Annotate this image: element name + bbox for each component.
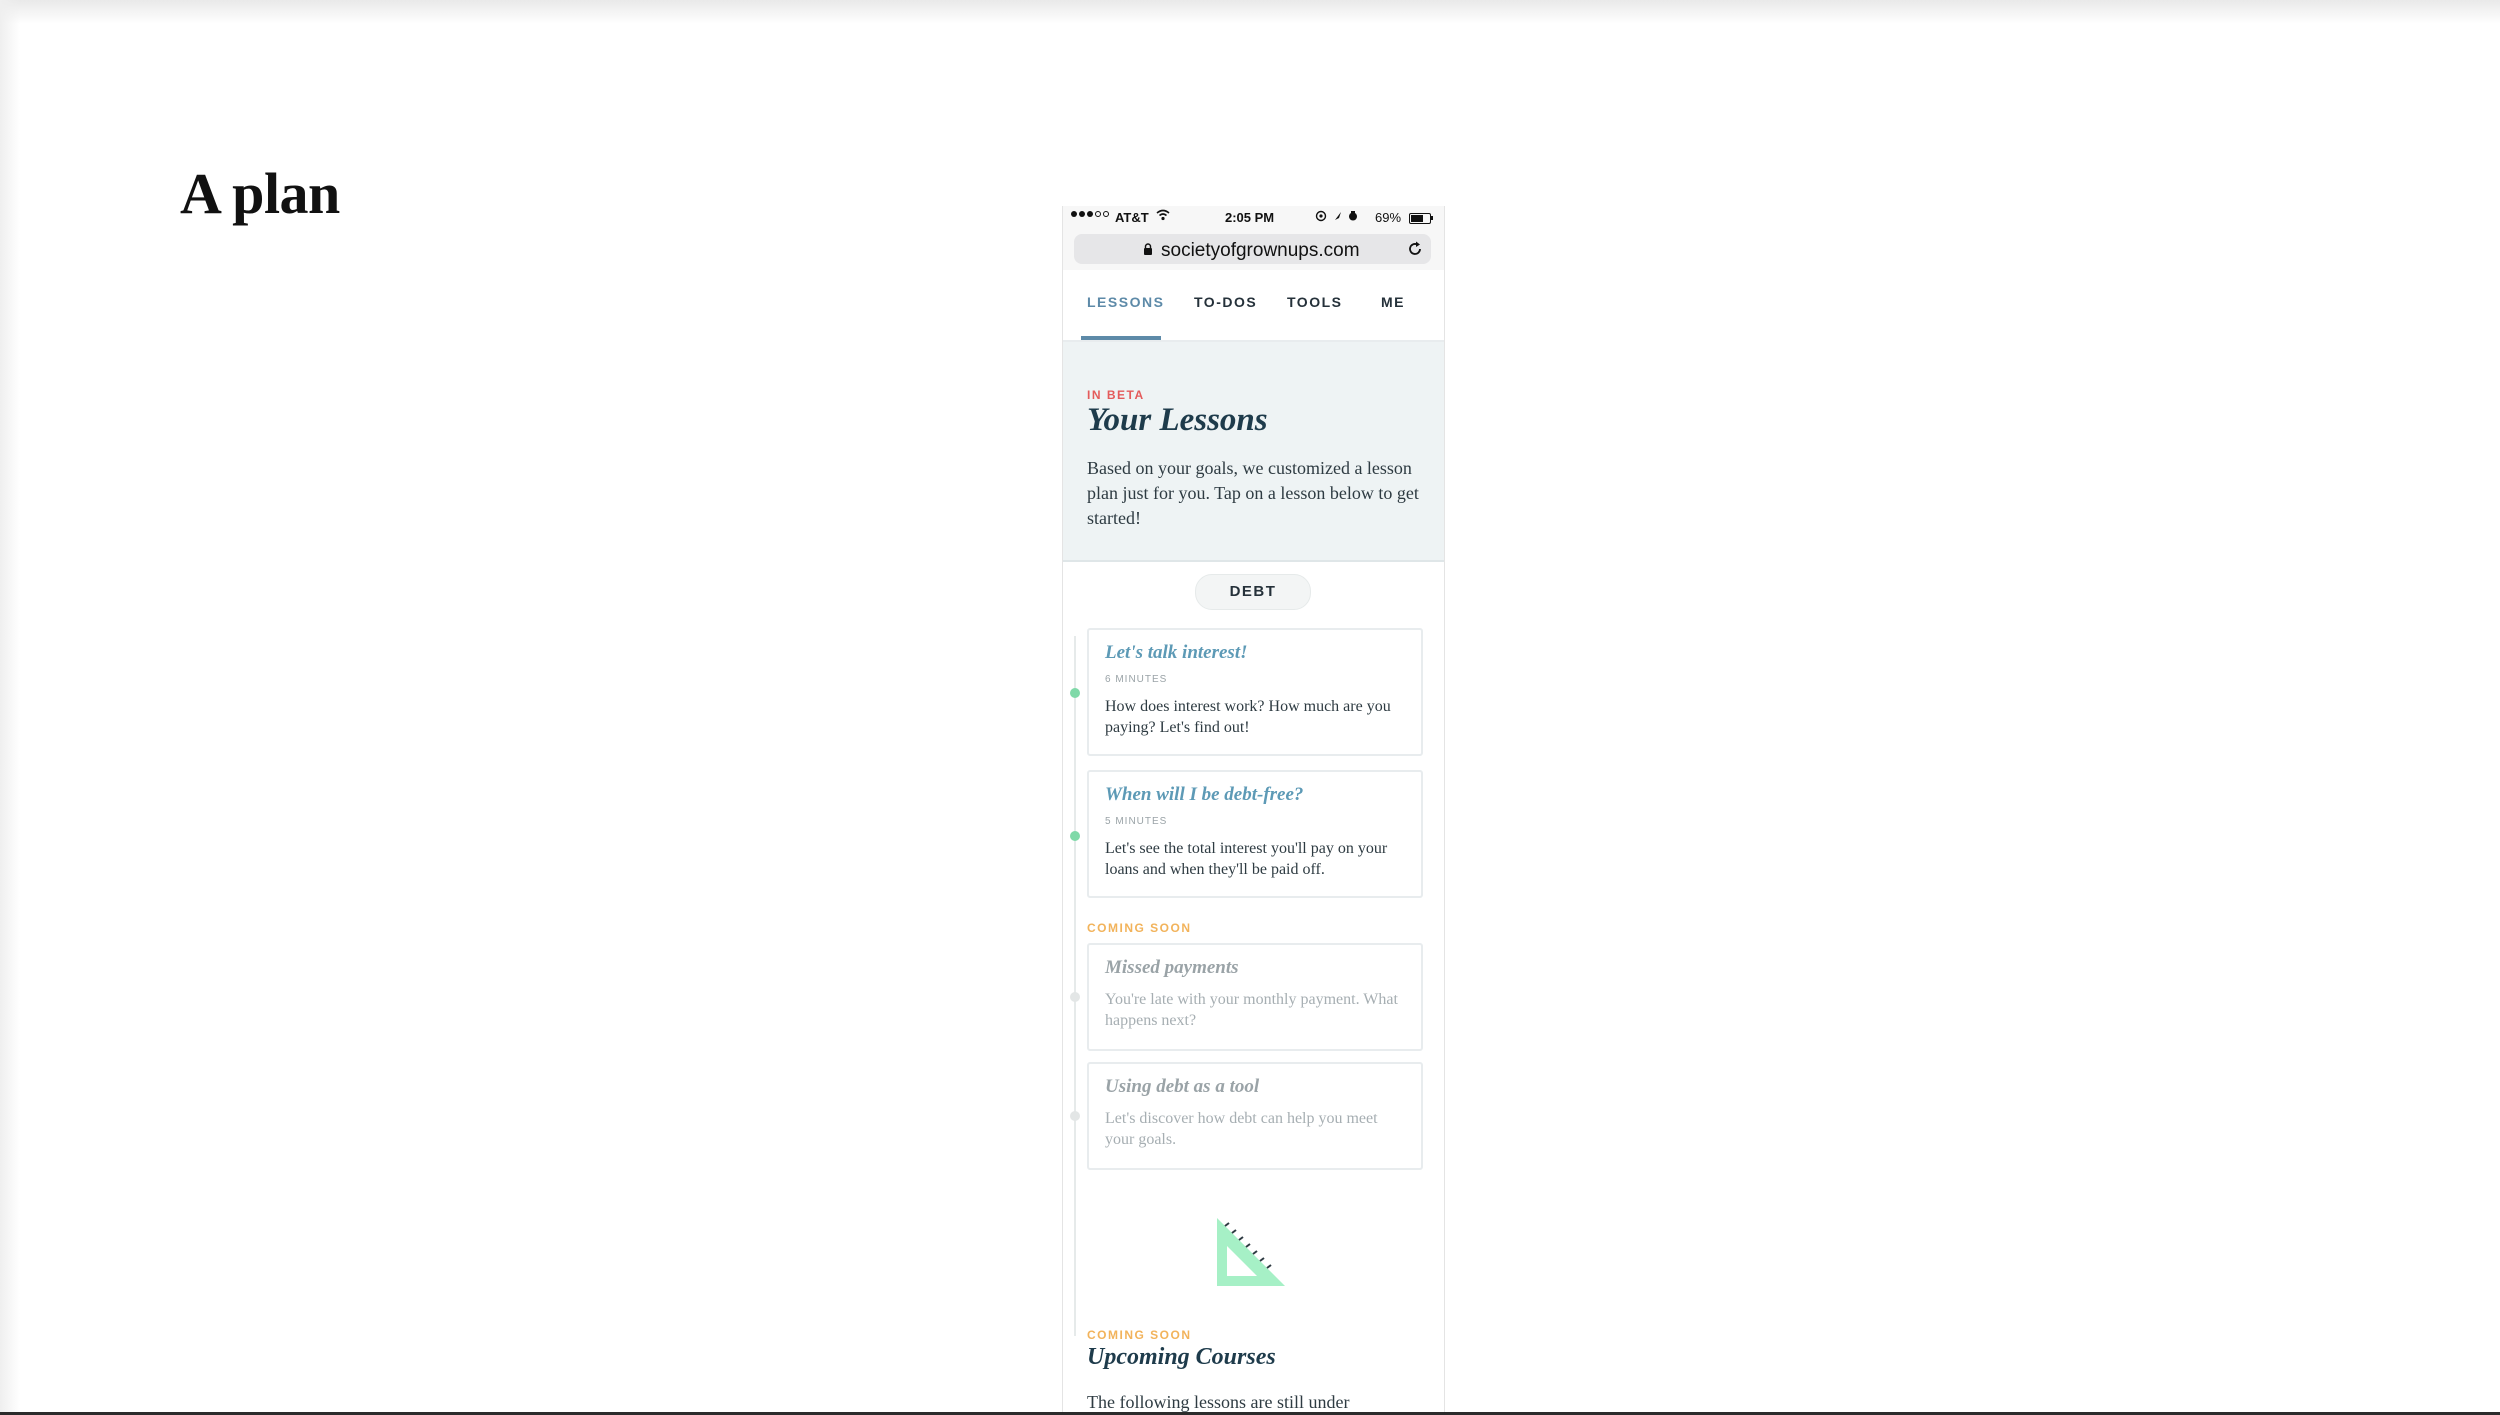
lesson-card[interactable]: When will I be debt-free? 5 MINUTES Let'… xyxy=(1087,770,1423,898)
coming-soon-label: COMING SOON xyxy=(1087,1328,1192,1342)
lesson-title: Missed payments xyxy=(1105,957,1239,978)
lesson-description: You're late with your monthly payment. W… xyxy=(1105,991,1398,1029)
address-bar[interactable]: societyofgrownups.com xyxy=(1074,234,1431,264)
phone-screenshot: AT&T 2:05 PM 69% societyofgrownups.com L… xyxy=(1062,206,1445,1415)
timeline-dot-complete xyxy=(1070,831,1080,841)
upcoming-courses-title: Upcoming Courses xyxy=(1087,1344,1276,1370)
lesson-description: Let's see the total interest you'll pay … xyxy=(1105,840,1388,878)
lessons-hero: IN BETA Your Lessons Based on your goals… xyxy=(1063,342,1444,562)
lesson-title: Let's talk interest! xyxy=(1105,642,1248,663)
signal-icon xyxy=(1071,211,1109,217)
hero-title: Your Lessons xyxy=(1087,402,1268,438)
coming-soon-label: COMING SOON xyxy=(1087,921,1192,935)
locked-lesson-card: Using debt as a tool Let's discover how … xyxy=(1087,1062,1423,1170)
reload-icon[interactable] xyxy=(1406,240,1424,258)
url-text: societyofgrownups.com xyxy=(1161,240,1360,261)
lesson-title: When will I be debt-free? xyxy=(1105,784,1304,805)
category-chip[interactable]: DEBT xyxy=(1195,574,1311,610)
timeline-line xyxy=(1074,636,1076,1336)
tab-tools[interactable]: TOOLS xyxy=(1287,294,1342,310)
lesson-card[interactable]: Let's talk interest! 6 MINUTES How does … xyxy=(1087,628,1423,756)
browser-chrome: societyofgrownups.com xyxy=(1063,230,1444,270)
lesson-description: How does interest work? How much are you… xyxy=(1105,698,1391,736)
battery-tip xyxy=(1431,216,1433,220)
tab-to-dos[interactable]: TO-DOS xyxy=(1194,294,1257,310)
status-bar: AT&T 2:05 PM 69% xyxy=(1063,206,1444,230)
set-square-icon xyxy=(1217,1218,1285,1286)
lesson-title: Using debt as a tool xyxy=(1105,1076,1260,1097)
clock-time: 2:05 PM xyxy=(1225,210,1275,225)
timeline-dot-locked xyxy=(1070,1111,1080,1121)
carrier-label: AT&T xyxy=(1115,210,1149,225)
upcoming-courses-text: The following lessons are still under xyxy=(1087,1392,1350,1412)
beta-badge: IN BETA xyxy=(1087,388,1145,402)
lesson-duration: 6 MINUTES xyxy=(1105,674,1168,685)
lesson-description: Let's discover how debt can help you mee… xyxy=(1105,1110,1378,1148)
lock-icon xyxy=(1144,243,1152,255)
timeline-dot-complete xyxy=(1070,688,1080,698)
hero-text: Based on your goals, we customized a les… xyxy=(1087,458,1419,528)
tab-bar: LESSONS TO-DOS TOOLS ME xyxy=(1063,270,1444,342)
battery-icon xyxy=(1409,213,1431,224)
locked-lesson-card: Missed payments You're late with your mo… xyxy=(1087,943,1423,1051)
wifi-icon xyxy=(1156,209,1170,221)
tab-lessons[interactable]: LESSONS xyxy=(1087,294,1164,310)
slide-left-shadow xyxy=(0,0,20,1415)
status-icons xyxy=(1315,210,1357,222)
lesson-duration: 5 MINUTES xyxy=(1105,816,1168,827)
battery-percent: 69% xyxy=(1375,210,1402,225)
slide-title: A plan xyxy=(180,161,340,226)
tab-me[interactable]: ME xyxy=(1381,294,1405,310)
slide-top-shadow xyxy=(0,0,2500,24)
timeline-dot-locked xyxy=(1070,992,1080,1002)
active-tab-indicator xyxy=(1081,336,1161,340)
